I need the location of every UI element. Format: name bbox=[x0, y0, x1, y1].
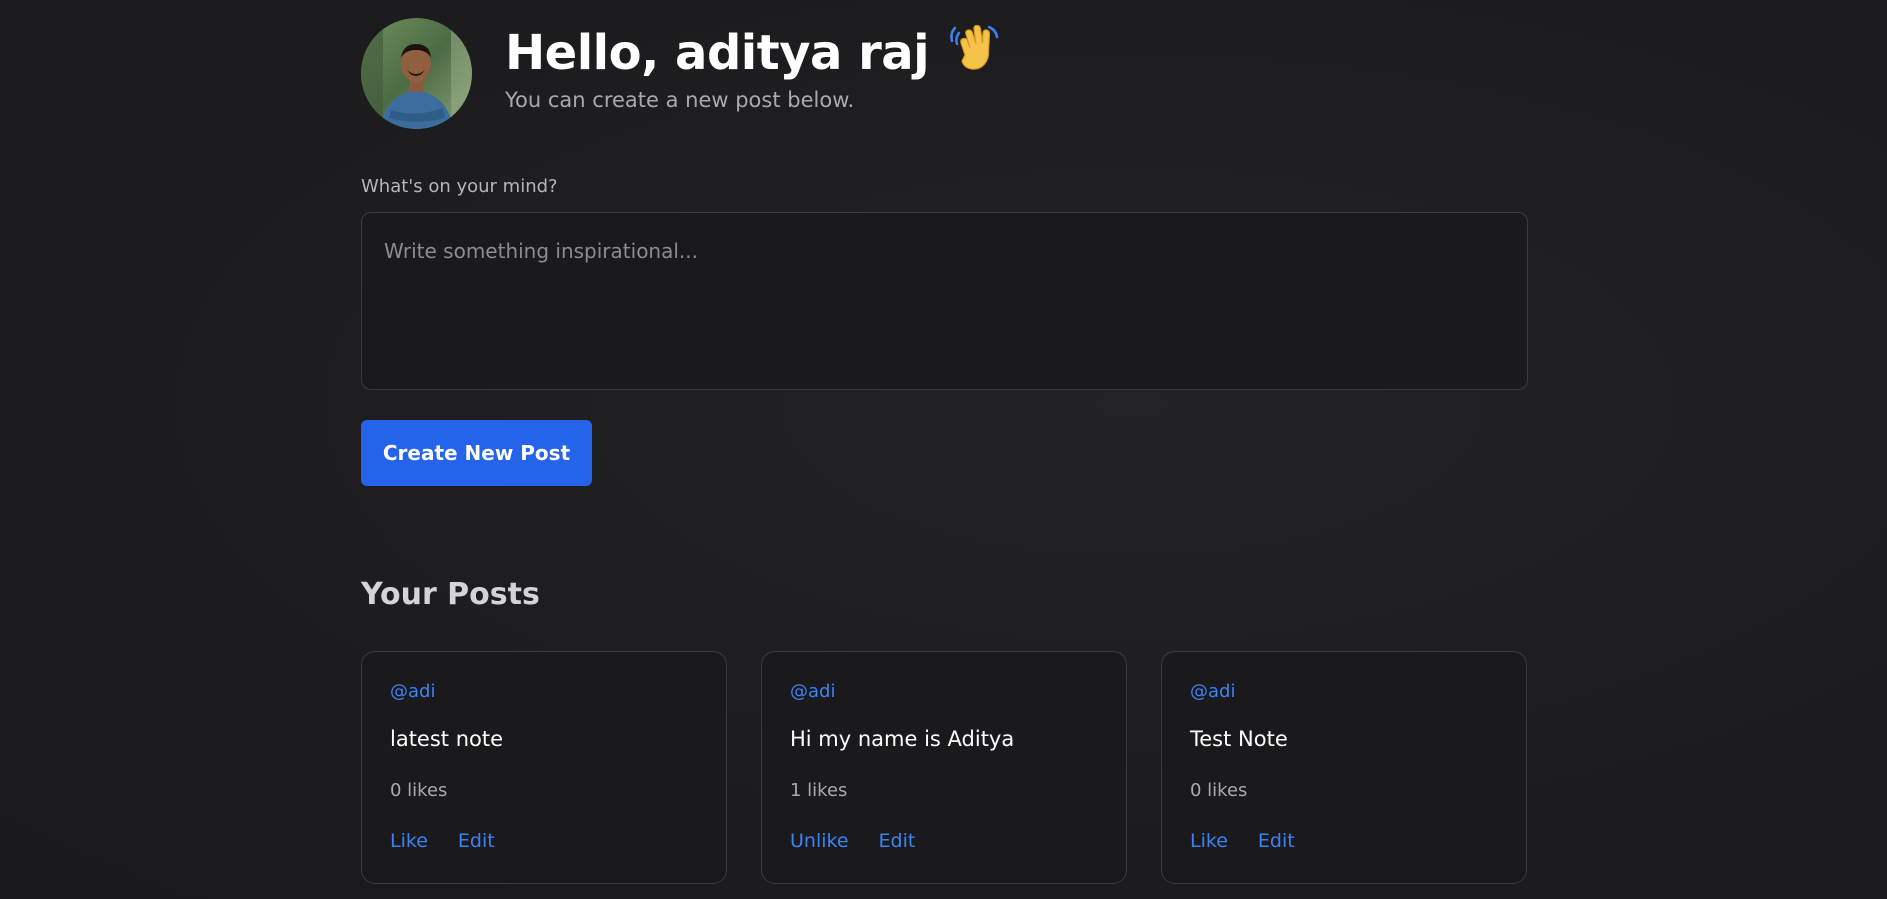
post-card: @adi latest note 0 likes Like Edit bbox=[361, 651, 727, 884]
wave-icon bbox=[949, 21, 1001, 87]
post-content: Hi my name is Aditya bbox=[790, 727, 1015, 751]
create-post-button[interactable]: Create New Post bbox=[361, 420, 592, 486]
your-posts-heading: Your Posts bbox=[361, 577, 540, 612]
like-button[interactable]: Like bbox=[1190, 830, 1228, 852]
greeting-text: Hello, aditya raj bbox=[505, 25, 930, 81]
unlike-button[interactable]: Unlike bbox=[790, 830, 849, 852]
profile-header: Hello, aditya raj You can create a new p… bbox=[361, 18, 1528, 130]
post-actions: Like Edit bbox=[1190, 830, 1325, 852]
post-author[interactable]: @adi bbox=[790, 681, 835, 702]
post-like-count: 0 likes bbox=[390, 780, 448, 801]
post-like-count: 1 likes bbox=[790, 780, 848, 801]
post-textarea[interactable] bbox=[361, 212, 1528, 390]
post-author[interactable]: @adi bbox=[1190, 681, 1235, 702]
edit-button[interactable]: Edit bbox=[1258, 830, 1295, 852]
post-actions: Unlike Edit bbox=[790, 830, 945, 852]
post-content: Test Note bbox=[1190, 727, 1288, 751]
post-card: @adi Test Note 0 likes Like Edit bbox=[1161, 651, 1527, 884]
post-like-count: 0 likes bbox=[1190, 780, 1248, 801]
edit-button[interactable]: Edit bbox=[879, 830, 916, 852]
avatar bbox=[361, 18, 472, 129]
post-content: latest note bbox=[390, 727, 504, 751]
post-actions: Like Edit bbox=[390, 830, 525, 852]
edit-button[interactable]: Edit bbox=[458, 830, 495, 852]
greeting-subtitle: You can create a new post below. bbox=[505, 88, 855, 112]
post-author[interactable]: @adi bbox=[390, 681, 435, 702]
like-button[interactable]: Like bbox=[390, 830, 428, 852]
post-card: @adi Hi my name is Aditya 1 likes Unlike… bbox=[761, 651, 1127, 884]
post-input-label: What's on your mind? bbox=[361, 176, 558, 197]
greeting-heading: Hello, aditya raj bbox=[505, 21, 1001, 87]
